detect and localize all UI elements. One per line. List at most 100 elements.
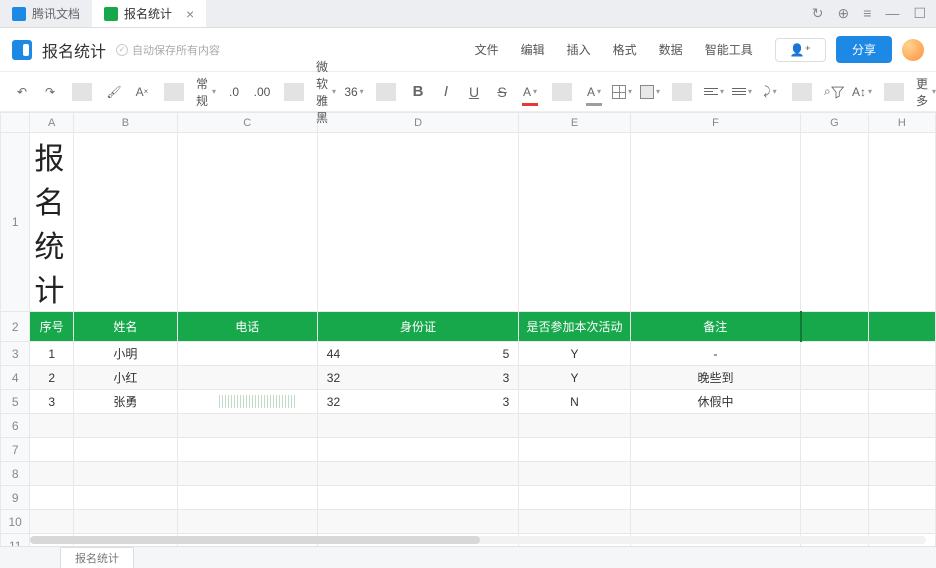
cell[interactable]	[519, 486, 630, 510]
select-all-corner[interactable]	[1, 113, 30, 133]
cell[interactable]: 报名统计	[30, 133, 74, 312]
font-size-select[interactable]: 36▾	[344, 80, 364, 104]
cell[interactable]: 晚些到	[630, 366, 801, 390]
cell[interactable]	[630, 510, 801, 534]
cell[interactable]: 是否参加本次活动	[519, 312, 630, 342]
cell[interactable]: 2	[30, 366, 74, 390]
cell[interactable]	[630, 133, 801, 312]
menu-icon[interactable]: ≡	[863, 5, 871, 22]
menu-format[interactable]: 格式	[613, 41, 637, 58]
undo-icon[interactable]: ↶	[12, 80, 32, 104]
filter-button[interactable]: ⌕	[824, 80, 844, 104]
cell[interactable]: 小红	[74, 366, 178, 390]
maximize-icon[interactable]: ☐	[913, 5, 926, 22]
menu-data[interactable]: 数据	[659, 41, 683, 58]
row-header[interactable]: 4	[1, 366, 30, 390]
close-icon[interactable]: ×	[186, 6, 194, 22]
h-align-button[interactable]: ▾	[704, 80, 724, 104]
cell[interactable]	[868, 486, 935, 510]
cell[interactable]	[74, 462, 178, 486]
clear-format-icon[interactable]: A×	[132, 80, 152, 104]
cell[interactable]	[868, 342, 935, 366]
menu-insert[interactable]: 插入	[567, 41, 591, 58]
bold-button[interactable]: B	[408, 80, 428, 104]
menu-edit[interactable]: 编辑	[521, 41, 545, 58]
row-header[interactable]: 11	[1, 534, 30, 547]
sort-button[interactable]: A↕▾	[852, 80, 872, 104]
col-header-B[interactable]: B	[74, 113, 178, 133]
cell[interactable]	[801, 133, 868, 312]
cell[interactable]: 电话	[177, 312, 317, 342]
row-header[interactable]: 9	[1, 486, 30, 510]
col-header-A[interactable]: A	[30, 113, 74, 133]
redo-icon[interactable]: ↷	[40, 80, 60, 104]
more-button[interactable]: 更多▾	[916, 80, 936, 104]
new-tab-icon[interactable]: ⊕	[838, 5, 850, 22]
cell[interactable]: 445	[317, 342, 519, 366]
merge-button[interactable]: ▾	[640, 80, 660, 104]
menu-smart[interactable]: 智能工具	[705, 41, 753, 58]
menu-file[interactable]: 文件	[475, 41, 499, 58]
strike-button[interactable]: S	[492, 80, 512, 104]
cell[interactable]	[801, 462, 868, 486]
cell[interactable]	[177, 133, 317, 312]
cell[interactable]	[177, 486, 317, 510]
fill-color-button[interactable]: A▾	[584, 80, 604, 104]
font-select[interactable]: 微软雅黑▾	[316, 80, 336, 104]
cell[interactable]	[177, 366, 317, 390]
cell[interactable]	[30, 462, 74, 486]
row-header[interactable]: 3	[1, 342, 30, 366]
cell[interactable]	[177, 438, 317, 462]
minimize-icon[interactable]: —	[885, 5, 899, 22]
col-header-H[interactable]: H	[868, 113, 935, 133]
tab-signup-stats[interactable]: 报名统计 ×	[92, 0, 206, 27]
cell[interactable]: 小明	[74, 342, 178, 366]
cell[interactable]	[868, 133, 935, 312]
cell[interactable]	[177, 414, 317, 438]
v-align-button[interactable]: ▾	[732, 80, 752, 104]
cell[interactable]	[317, 133, 519, 312]
cell[interactable]	[317, 510, 519, 534]
row-header[interactable]: 8	[1, 462, 30, 486]
cell[interactable]	[519, 462, 630, 486]
cell[interactable]	[177, 462, 317, 486]
cell[interactable]	[630, 462, 801, 486]
row-header[interactable]: 5	[1, 390, 30, 414]
cell[interactable]	[801, 390, 868, 414]
cell[interactable]	[630, 486, 801, 510]
cell[interactable]	[801, 366, 868, 390]
cell[interactable]	[868, 510, 935, 534]
cell[interactable]	[30, 438, 74, 462]
cell[interactable]	[630, 438, 801, 462]
cell[interactable]	[317, 462, 519, 486]
cell[interactable]	[74, 510, 178, 534]
row-header[interactable]: 6	[1, 414, 30, 438]
col-header-D[interactable]: D	[317, 113, 519, 133]
tab-tencent-docs[interactable]: 腾讯文档	[0, 0, 92, 27]
avatar[interactable]	[902, 39, 924, 61]
cell[interactable]	[519, 510, 630, 534]
cell[interactable]	[74, 133, 178, 312]
cell[interactable]: 身份证	[317, 312, 519, 342]
sheet-tab[interactable]: 报名统计	[60, 547, 134, 568]
history-icon[interactable]: ↻	[812, 5, 824, 22]
row-header[interactable]: 10	[1, 510, 30, 534]
cell[interactable]	[868, 438, 935, 462]
font-color-button[interactable]: A▾	[520, 80, 540, 104]
cell[interactable]: 323	[317, 366, 519, 390]
cell[interactable]: 1	[30, 342, 74, 366]
row-header[interactable]: 7	[1, 438, 30, 462]
cell[interactable]: 序号	[30, 312, 74, 342]
sheet-area[interactable]: ABCDEFGH 1报名统计2序号姓名电话身份证是否参加本次活动备注31小明44…	[0, 112, 936, 546]
cell[interactable]	[801, 312, 868, 342]
cell[interactable]: 备注	[630, 312, 801, 342]
cell[interactable]	[801, 486, 868, 510]
invite-button[interactable]: 👤⁺	[775, 38, 826, 62]
col-header-F[interactable]: F	[630, 113, 801, 133]
cell[interactable]	[74, 438, 178, 462]
cell[interactable]	[868, 312, 935, 342]
cell[interactable]	[317, 438, 519, 462]
cell[interactable]: 323	[317, 390, 519, 414]
cell[interactable]: 3	[30, 390, 74, 414]
cell[interactable]: 休假中	[630, 390, 801, 414]
